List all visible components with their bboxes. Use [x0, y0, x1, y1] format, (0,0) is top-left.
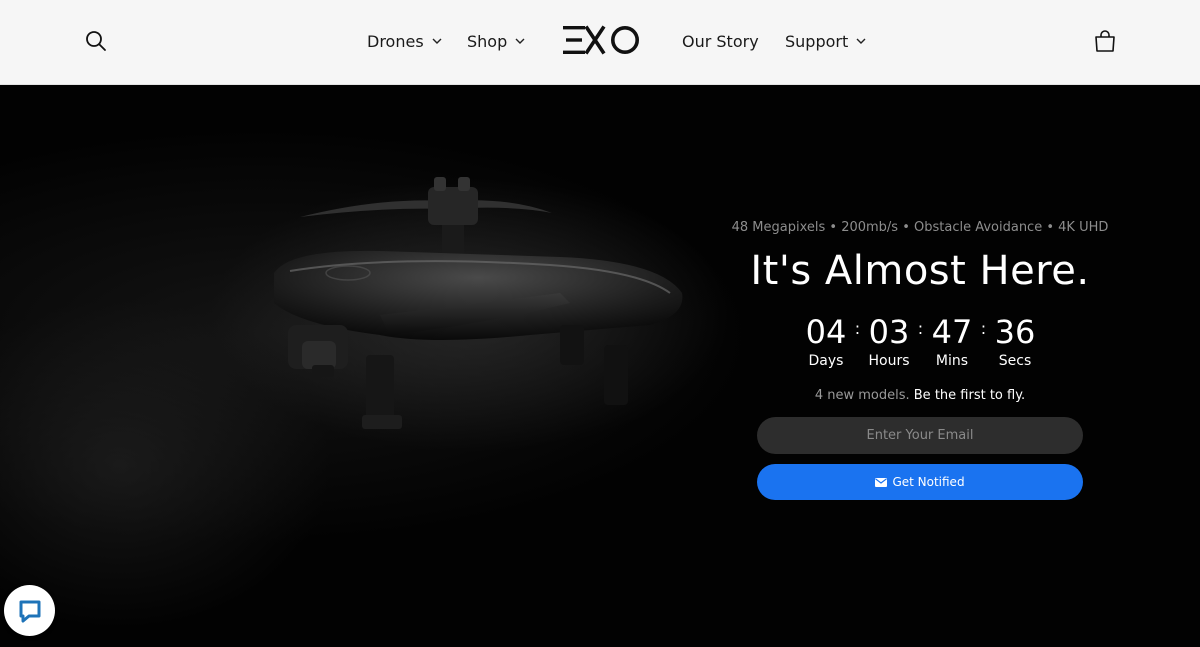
countdown-days: 04 Days: [800, 313, 852, 373]
countdown-hours-value: 03: [868, 313, 910, 351]
chat-icon: [19, 600, 40, 622]
hero-subline: 4 new models. Be the first to fly.: [700, 388, 1140, 403]
chevron-down-icon: [856, 38, 866, 44]
countdown-timer: 04 Days : 03 Hours : 47 Mins : 36 Secs: [800, 313, 1041, 373]
countdown-days-label: Days: [808, 353, 844, 369]
countdown-mins: 47 Mins: [926, 313, 978, 373]
search-icon[interactable]: [85, 30, 107, 52]
countdown-secs: 36 Secs: [989, 313, 1041, 373]
site-header: Drones Shop Our Story Support: [0, 0, 1200, 85]
get-notified-button[interactable]: Get Notified: [757, 464, 1083, 500]
nav-drones-label: Drones: [367, 31, 424, 51]
hero-tagline: 48 Megapixels • 200mb/s • Obstacle Avoid…: [731, 220, 1109, 235]
countdown-separator: :: [917, 319, 924, 338]
email-input[interactable]: [757, 417, 1083, 454]
countdown-hours: 03 Hours: [863, 313, 915, 373]
chevron-down-icon: [515, 38, 525, 44]
hero-section: 48 Megapixels • 200mb/s • Obstacle Avoid…: [0, 85, 1200, 647]
envelope-icon: [875, 477, 888, 487]
countdown-hours-label: Hours: [868, 353, 910, 369]
exo-logo[interactable]: [563, 24, 641, 56]
chat-launcher-button[interactable]: [4, 585, 55, 636]
nav-drones[interactable]: Drones: [367, 29, 442, 53]
drone-hero-image: [274, 177, 683, 429]
nav-support[interactable]: Support: [785, 29, 866, 53]
get-notified-label: Get Notified: [892, 475, 965, 489]
cart-icon[interactable]: [1093, 29, 1117, 53]
countdown-days-value: 04: [805, 313, 847, 351]
nav-shop-label: Shop: [467, 31, 508, 51]
chevron-down-icon: [432, 38, 442, 44]
hero-headline: It's Almost Here.: [750, 248, 1090, 294]
countdown-separator: :: [854, 319, 861, 338]
nav-support-label: Support: [785, 31, 849, 51]
subline-muted: 4 new models.: [814, 388, 910, 403]
countdown-separator: :: [980, 319, 987, 338]
nav-our-story[interactable]: Our Story: [682, 29, 759, 53]
countdown-secs-label: Secs: [998, 353, 1032, 369]
subline-strong: Be the first to fly.: [913, 388, 1026, 403]
nav-shop[interactable]: Shop: [467, 29, 525, 53]
countdown-mins-value: 47: [931, 313, 973, 351]
nav-our-story-label: Our Story: [682, 31, 759, 51]
countdown-mins-label: Mins: [935, 353, 969, 369]
countdown-secs-value: 36: [994, 313, 1036, 351]
